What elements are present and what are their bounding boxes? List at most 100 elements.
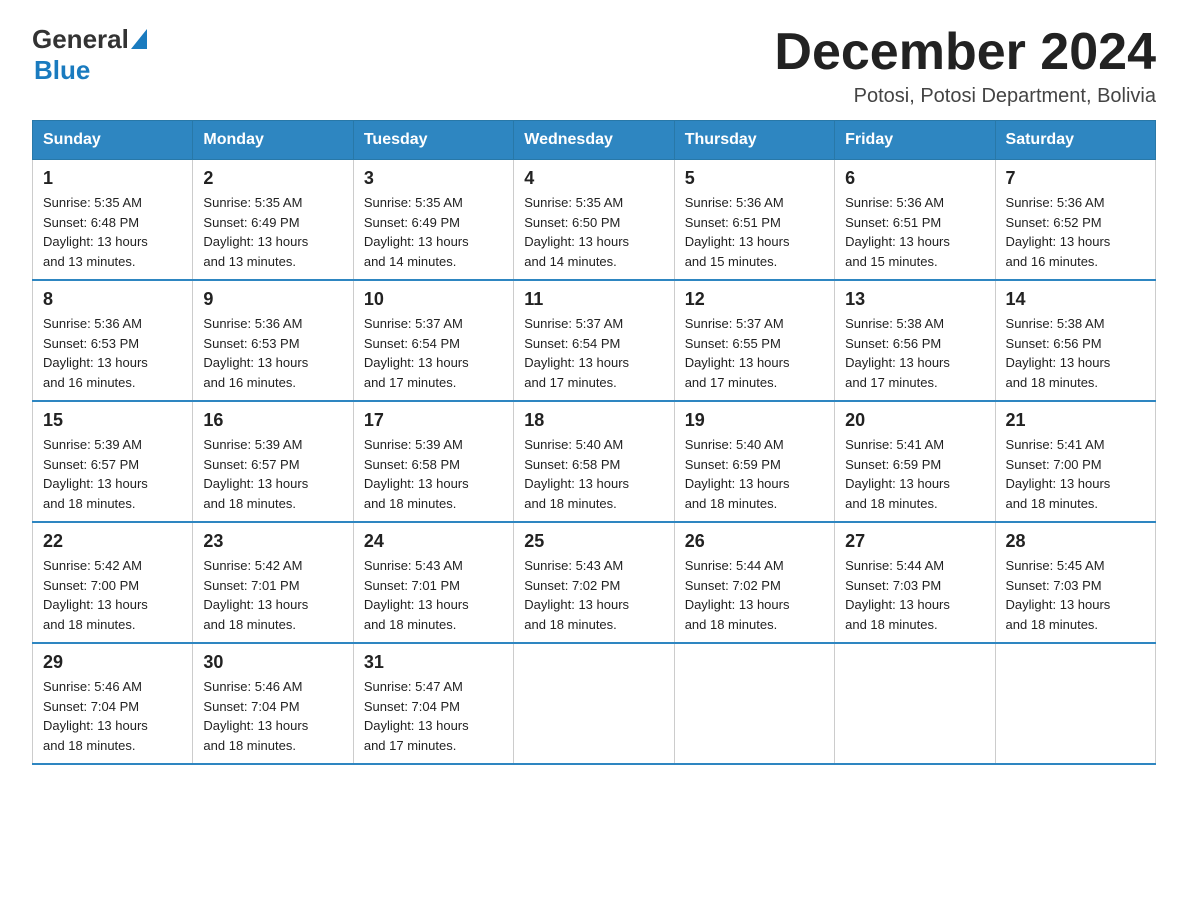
location-title: Potosi, Potosi Department, Bolivia: [774, 85, 1156, 108]
day-number: 19: [685, 410, 824, 431]
day-number: 8: [43, 289, 182, 310]
title-section: December 2024 Potosi, Potosi Department,…: [774, 24, 1156, 108]
calendar-cell: 10 Sunrise: 5:37 AMSunset: 6:54 PMDaylig…: [353, 280, 513, 401]
week-row-3: 15 Sunrise: 5:39 AMSunset: 6:57 PMDaylig…: [33, 401, 1156, 522]
calendar-cell: 27 Sunrise: 5:44 AMSunset: 7:03 PMDaylig…: [835, 522, 995, 643]
calendar-cell: 14 Sunrise: 5:38 AMSunset: 6:56 PMDaylig…: [995, 280, 1155, 401]
calendar-cell: 20 Sunrise: 5:41 AMSunset: 6:59 PMDaylig…: [835, 401, 995, 522]
day-info: Sunrise: 5:43 AMSunset: 7:01 PMDaylight:…: [364, 558, 469, 632]
calendar-cell: 5 Sunrise: 5:36 AMSunset: 6:51 PMDayligh…: [674, 160, 834, 281]
calendar-cell: 16 Sunrise: 5:39 AMSunset: 6:57 PMDaylig…: [193, 401, 353, 522]
calendar-cell: 19 Sunrise: 5:40 AMSunset: 6:59 PMDaylig…: [674, 401, 834, 522]
day-info: Sunrise: 5:39 AMSunset: 6:58 PMDaylight:…: [364, 437, 469, 511]
calendar-cell: 25 Sunrise: 5:43 AMSunset: 7:02 PMDaylig…: [514, 522, 674, 643]
day-info: Sunrise: 5:41 AMSunset: 6:59 PMDaylight:…: [845, 437, 950, 511]
calendar-cell: 22 Sunrise: 5:42 AMSunset: 7:00 PMDaylig…: [33, 522, 193, 643]
calendar-cell: 1 Sunrise: 5:35 AMSunset: 6:48 PMDayligh…: [33, 160, 193, 281]
week-row-5: 29 Sunrise: 5:46 AMSunset: 7:04 PMDaylig…: [33, 643, 1156, 764]
calendar-cell: 12 Sunrise: 5:37 AMSunset: 6:55 PMDaylig…: [674, 280, 834, 401]
calendar-cell: 31 Sunrise: 5:47 AMSunset: 7:04 PMDaylig…: [353, 643, 513, 764]
day-info: Sunrise: 5:37 AMSunset: 6:55 PMDaylight:…: [685, 316, 790, 390]
day-number: 1: [43, 168, 182, 189]
day-info: Sunrise: 5:44 AMSunset: 7:02 PMDaylight:…: [685, 558, 790, 632]
day-info: Sunrise: 5:38 AMSunset: 6:56 PMDaylight:…: [845, 316, 950, 390]
calendar-cell: [674, 643, 834, 764]
day-info: Sunrise: 5:42 AMSunset: 7:01 PMDaylight:…: [203, 558, 308, 632]
day-number: 30: [203, 652, 342, 673]
calendar-cell: 7 Sunrise: 5:36 AMSunset: 6:52 PMDayligh…: [995, 160, 1155, 281]
day-info: Sunrise: 5:36 AMSunset: 6:53 PMDaylight:…: [203, 316, 308, 390]
day-info: Sunrise: 5:44 AMSunset: 7:03 PMDaylight:…: [845, 558, 950, 632]
day-number: 4: [524, 168, 663, 189]
logo: General Blue: [32, 24, 147, 86]
day-number: 10: [364, 289, 503, 310]
page-header: General Blue December 2024 Potosi, Potos…: [32, 24, 1156, 108]
logo-general: General: [32, 24, 129, 55]
calendar-cell: [835, 643, 995, 764]
calendar-cell: 26 Sunrise: 5:44 AMSunset: 7:02 PMDaylig…: [674, 522, 834, 643]
calendar-cell: 4 Sunrise: 5:35 AMSunset: 6:50 PMDayligh…: [514, 160, 674, 281]
day-info: Sunrise: 5:42 AMSunset: 7:00 PMDaylight:…: [43, 558, 148, 632]
day-number: 16: [203, 410, 342, 431]
logo-blue: Blue: [34, 55, 90, 86]
day-info: Sunrise: 5:39 AMSunset: 6:57 PMDaylight:…: [43, 437, 148, 511]
header-monday: Monday: [193, 121, 353, 160]
day-info: Sunrise: 5:40 AMSunset: 6:59 PMDaylight:…: [685, 437, 790, 511]
header-wednesday: Wednesday: [514, 121, 674, 160]
calendar-cell: 18 Sunrise: 5:40 AMSunset: 6:58 PMDaylig…: [514, 401, 674, 522]
calendar-cell: 28 Sunrise: 5:45 AMSunset: 7:03 PMDaylig…: [995, 522, 1155, 643]
day-info: Sunrise: 5:39 AMSunset: 6:57 PMDaylight:…: [203, 437, 308, 511]
calendar-header-row: SundayMondayTuesdayWednesdayThursdayFrid…: [33, 121, 1156, 160]
day-info: Sunrise: 5:37 AMSunset: 6:54 PMDaylight:…: [524, 316, 629, 390]
calendar-cell: 15 Sunrise: 5:39 AMSunset: 6:57 PMDaylig…: [33, 401, 193, 522]
day-info: Sunrise: 5:35 AMSunset: 6:49 PMDaylight:…: [203, 195, 308, 269]
header-saturday: Saturday: [995, 121, 1155, 160]
header-friday: Friday: [835, 121, 995, 160]
day-info: Sunrise: 5:40 AMSunset: 6:58 PMDaylight:…: [524, 437, 629, 511]
day-number: 28: [1006, 531, 1145, 552]
day-number: 24: [364, 531, 503, 552]
calendar-cell: 17 Sunrise: 5:39 AMSunset: 6:58 PMDaylig…: [353, 401, 513, 522]
day-number: 11: [524, 289, 663, 310]
day-info: Sunrise: 5:35 AMSunset: 6:50 PMDaylight:…: [524, 195, 629, 269]
day-number: 15: [43, 410, 182, 431]
day-number: 3: [364, 168, 503, 189]
day-info: Sunrise: 5:43 AMSunset: 7:02 PMDaylight:…: [524, 558, 629, 632]
day-info: Sunrise: 5:36 AMSunset: 6:51 PMDaylight:…: [685, 195, 790, 269]
calendar-cell: 9 Sunrise: 5:36 AMSunset: 6:53 PMDayligh…: [193, 280, 353, 401]
header-sunday: Sunday: [33, 121, 193, 160]
day-number: 25: [524, 531, 663, 552]
day-info: Sunrise: 5:47 AMSunset: 7:04 PMDaylight:…: [364, 679, 469, 753]
calendar-cell: 23 Sunrise: 5:42 AMSunset: 7:01 PMDaylig…: [193, 522, 353, 643]
calendar-cell: 8 Sunrise: 5:36 AMSunset: 6:53 PMDayligh…: [33, 280, 193, 401]
day-number: 23: [203, 531, 342, 552]
day-number: 12: [685, 289, 824, 310]
calendar-cell: 13 Sunrise: 5:38 AMSunset: 6:56 PMDaylig…: [835, 280, 995, 401]
day-info: Sunrise: 5:36 AMSunset: 6:53 PMDaylight:…: [43, 316, 148, 390]
day-number: 22: [43, 531, 182, 552]
day-info: Sunrise: 5:36 AMSunset: 6:52 PMDaylight:…: [1006, 195, 1111, 269]
day-number: 31: [364, 652, 503, 673]
day-info: Sunrise: 5:35 AMSunset: 6:48 PMDaylight:…: [43, 195, 148, 269]
week-row-1: 1 Sunrise: 5:35 AMSunset: 6:48 PMDayligh…: [33, 160, 1156, 281]
calendar-cell: [514, 643, 674, 764]
logo-line1: General: [32, 24, 147, 55]
calendar-cell: 21 Sunrise: 5:41 AMSunset: 7:00 PMDaylig…: [995, 401, 1155, 522]
calendar-cell: 6 Sunrise: 5:36 AMSunset: 6:51 PMDayligh…: [835, 160, 995, 281]
day-info: Sunrise: 5:38 AMSunset: 6:56 PMDaylight:…: [1006, 316, 1111, 390]
month-title: December 2024: [774, 24, 1156, 81]
calendar-cell: [995, 643, 1155, 764]
calendar-cell: 3 Sunrise: 5:35 AMSunset: 6:49 PMDayligh…: [353, 160, 513, 281]
day-info: Sunrise: 5:41 AMSunset: 7:00 PMDaylight:…: [1006, 437, 1111, 511]
day-number: 9: [203, 289, 342, 310]
week-row-2: 8 Sunrise: 5:36 AMSunset: 6:53 PMDayligh…: [33, 280, 1156, 401]
calendar-cell: 2 Sunrise: 5:35 AMSunset: 6:49 PMDayligh…: [193, 160, 353, 281]
day-info: Sunrise: 5:37 AMSunset: 6:54 PMDaylight:…: [364, 316, 469, 390]
calendar-cell: 24 Sunrise: 5:43 AMSunset: 7:01 PMDaylig…: [353, 522, 513, 643]
day-info: Sunrise: 5:46 AMSunset: 7:04 PMDaylight:…: [203, 679, 308, 753]
calendar-cell: 29 Sunrise: 5:46 AMSunset: 7:04 PMDaylig…: [33, 643, 193, 764]
day-number: 18: [524, 410, 663, 431]
calendar-cell: 30 Sunrise: 5:46 AMSunset: 7:04 PMDaylig…: [193, 643, 353, 764]
day-number: 13: [845, 289, 984, 310]
day-info: Sunrise: 5:45 AMSunset: 7:03 PMDaylight:…: [1006, 558, 1111, 632]
